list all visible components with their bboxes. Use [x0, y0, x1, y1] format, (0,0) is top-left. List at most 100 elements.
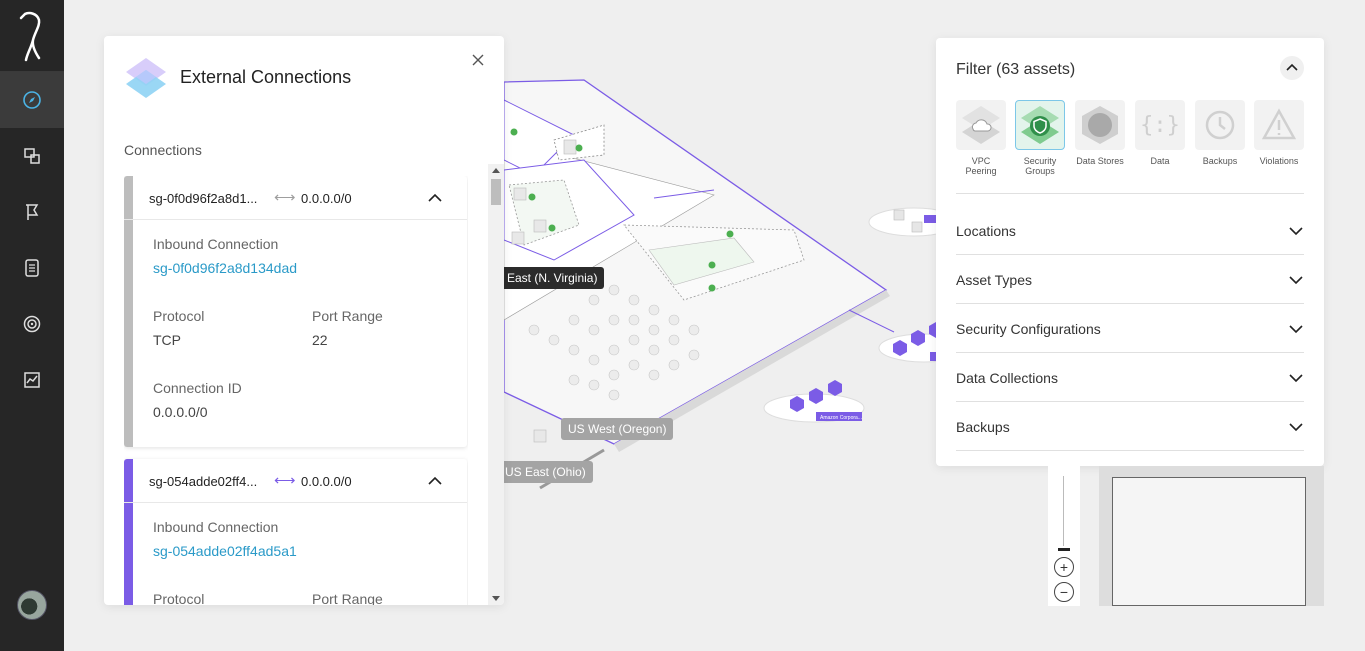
- region-label-n-virginia[interactable]: East (N. Virginia): [500, 267, 605, 289]
- minimap[interactable]: [1099, 466, 1324, 606]
- flag-icon: [26, 204, 39, 220]
- inbound-connection-label: Inbound Connection: [153, 236, 279, 252]
- user-avatar[interactable]: [17, 590, 47, 620]
- connections-list: sg-0f0d96f2a8d1... ⟷ 0.0.0.0/0 Inbound C…: [124, 176, 468, 605]
- connection-card-header[interactable]: sg-054adde02ff4... ⟷ 0.0.0.0/0: [124, 459, 467, 503]
- connection-source: sg-0f0d96f2a8d1...: [149, 191, 258, 206]
- app-logo[interactable]: [0, 0, 64, 72]
- asset-type-label: Data Stores: [1076, 156, 1124, 166]
- asset-type-vpc-peering[interactable]: VPC Peering: [956, 100, 1006, 176]
- filter-section-label: Data Collections: [956, 370, 1058, 386]
- filter-section-security-configurations[interactable]: Security Configurations: [956, 304, 1304, 353]
- braces-icon: {:}: [1140, 113, 1180, 138]
- protocol-value: TCP: [153, 332, 181, 348]
- filter-panel: Filter (63 assets) VPC Peering Security …: [936, 38, 1324, 466]
- filter-section-label: Locations: [956, 223, 1016, 239]
- filter-section-data-collections[interactable]: Data Collections: [956, 353, 1304, 402]
- connection-id-label: Connection ID: [153, 380, 242, 396]
- heron-logo-icon: [19, 11, 41, 61]
- zoom-controls: + −: [1048, 466, 1080, 606]
- connections-scrollbar[interactable]: [488, 164, 504, 605]
- connection-card: sg-054adde02ff4... ⟷ 0.0.0.0/0 Inbound C…: [124, 459, 467, 605]
- filter-title: Filter (63 assets): [956, 61, 1076, 78]
- filter-section-label: Asset Types: [956, 272, 1033, 288]
- asset-type-data[interactable]: {:} Data: [1135, 100, 1185, 166]
- layout-icon: [24, 148, 40, 164]
- zoom-slider-track[interactable]: [1063, 476, 1064, 546]
- asset-type-label: Data: [1150, 156, 1170, 166]
- scroll-down-arrow-icon[interactable]: [492, 596, 500, 601]
- svg-text:Amazon Corpora...: Amazon Corpora...: [820, 415, 862, 421]
- protocol-label: Protocol: [153, 308, 205, 324]
- nav-explore[interactable]: [0, 72, 64, 128]
- scroll-up-arrow-icon[interactable]: [492, 168, 500, 173]
- filter-section-asset-types[interactable]: Asset Types: [956, 255, 1304, 304]
- chevron-down-icon: [1289, 423, 1303, 432]
- chevron-up-icon[interactable]: [427, 473, 443, 489]
- close-icon[interactable]: [470, 52, 486, 68]
- backup-clock-icon: [1205, 110, 1235, 140]
- asset-type-security-groups[interactable]: Security Groups: [1015, 100, 1065, 176]
- port-range-label: Port Range: [312, 308, 383, 324]
- minimap-viewport[interactable]: [1112, 477, 1306, 606]
- port-range-value: 22: [312, 332, 328, 348]
- filter-section-label: Backups: [956, 419, 1010, 435]
- cloud-icon: [962, 106, 1000, 144]
- bidirectional-arrow-icon: ⟷: [274, 472, 296, 489]
- nav-inventory[interactable]: [0, 128, 64, 184]
- region-label-oregon[interactable]: US West (Oregon): [561, 418, 674, 440]
- scrollbar-thumb[interactable]: [491, 179, 501, 205]
- chevron-down-icon: [1289, 276, 1303, 285]
- zoom-in-button[interactable]: +: [1054, 557, 1074, 577]
- connection-destination: 0.0.0.0/0: [301, 191, 352, 206]
- asset-type-label: VPC Peering: [965, 156, 997, 176]
- data-store-icon: [1082, 106, 1118, 144]
- connection-card-header[interactable]: sg-0f0d96f2a8d1... ⟷ 0.0.0.0/0: [124, 176, 467, 220]
- filter-collapse-button[interactable]: [1280, 56, 1304, 80]
- bidirectional-arrow-icon: ⟷: [274, 189, 296, 206]
- connection-card: sg-0f0d96f2a8d1... ⟷ 0.0.0.0/0 Inbound C…: [124, 176, 467, 447]
- external-connections-panel: External Connections Connections sg-0f0d…: [104, 36, 504, 605]
- panel-header: External Connections: [104, 36, 504, 116]
- filter-section-backups[interactable]: Backups: [956, 402, 1304, 451]
- compass-icon: [23, 91, 41, 109]
- svg-text:{:}: {:}: [1140, 113, 1180, 138]
- sidebar: [0, 0, 64, 651]
- chevron-down-icon: [1289, 374, 1303, 383]
- filter-section-locations[interactable]: Locations: [956, 206, 1304, 255]
- protocol-label: Protocol: [153, 591, 205, 605]
- inbound-connection-link[interactable]: sg-054adde02ff4ad5a1: [153, 543, 297, 559]
- nav-targets[interactable]: [0, 296, 64, 352]
- connection-destination: 0.0.0.0/0: [301, 474, 352, 489]
- chart-icon: [24, 372, 40, 388]
- document-icon: [25, 259, 39, 277]
- nav-flags[interactable]: [0, 184, 64, 240]
- chevron-up-icon: [1286, 63, 1298, 71]
- asset-type-violations[interactable]: Violations: [1254, 100, 1304, 166]
- chevron-down-icon: [1289, 325, 1303, 334]
- panel-title: External Connections: [180, 67, 352, 87]
- inbound-connection-label: Inbound Connection: [153, 519, 279, 535]
- warning-icon: [1261, 108, 1297, 140]
- connection-id-value: 0.0.0.0/0: [153, 404, 208, 420]
- zoom-slider-handle[interactable]: [1058, 548, 1070, 551]
- layers-icon: [126, 58, 166, 98]
- connection-source: sg-054adde02ff4...: [149, 474, 258, 489]
- asset-type-label: Security Groups: [1023, 156, 1057, 176]
- inbound-connection-link[interactable]: sg-0f0d96f2a8d134dad: [153, 260, 297, 276]
- shield-icon: [1021, 106, 1059, 144]
- nav-analytics[interactable]: [0, 352, 64, 408]
- chevron-down-icon: [1289, 227, 1303, 236]
- asset-type-label: Backups: [1202, 156, 1238, 166]
- asset-type-backups[interactable]: Backups: [1195, 100, 1245, 166]
- chevron-up-icon[interactable]: [427, 190, 443, 206]
- region-label-ohio[interactable]: US East (Ohio): [498, 461, 593, 483]
- zoom-out-button[interactable]: −: [1054, 582, 1074, 602]
- asset-type-data-stores[interactable]: Data Stores: [1075, 100, 1125, 166]
- nav-reports[interactable]: [0, 240, 64, 296]
- connections-section-label: Connections: [124, 142, 202, 158]
- filter-section-label: Security Configurations: [956, 321, 1101, 337]
- port-range-label: Port Range: [312, 591, 383, 605]
- asset-type-label: Violations: [1259, 156, 1299, 166]
- target-icon: [23, 315, 41, 333]
